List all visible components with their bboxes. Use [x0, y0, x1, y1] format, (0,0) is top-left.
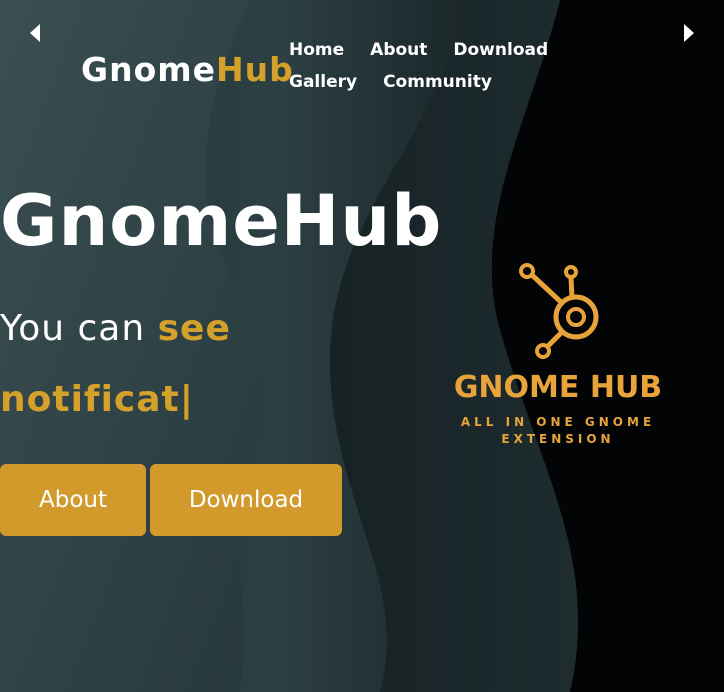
- gnome-hub-logo: GNOME HUB ALL IN ONE GNOME EXTENSION: [454, 263, 662, 446]
- typed-text: notificat|: [0, 379, 194, 420]
- hero-title: GnomeHub: [0, 180, 443, 262]
- about-button[interactable]: About: [0, 464, 146, 536]
- chevron-left-icon: [30, 24, 40, 42]
- nav-about[interactable]: About: [370, 34, 427, 66]
- hero-subtitle-prefix: You can: [0, 308, 158, 349]
- logo-tagline-line1: ALL IN ONE GNOME: [461, 415, 655, 429]
- hero-subtitle-highlight: see: [157, 308, 231, 349]
- download-button[interactable]: Download: [150, 464, 342, 536]
- nav-home[interactable]: Home: [289, 34, 344, 66]
- hub-network-icon: [519, 263, 599, 359]
- nav-download[interactable]: Download: [453, 34, 548, 66]
- chevron-right-icon: [684, 24, 694, 42]
- brand-logo[interactable]: GnomeHub: [81, 50, 294, 89]
- logo-title: GNOME HUB: [454, 370, 662, 405]
- brand-accent: Hub: [216, 50, 294, 89]
- nav-gallery[interactable]: Gallery: [289, 66, 357, 98]
- logo-tagline-line2: EXTENSION: [501, 432, 614, 446]
- carousel-next-button[interactable]: [680, 22, 700, 44]
- main-nav: Home About Download Gallery Community: [289, 34, 659, 98]
- brand-primary: Gnome: [81, 50, 217, 89]
- nav-community[interactable]: Community: [383, 66, 492, 98]
- carousel-prev-button[interactable]: [26, 22, 46, 44]
- hero-subtitle: You can see: [0, 308, 231, 349]
